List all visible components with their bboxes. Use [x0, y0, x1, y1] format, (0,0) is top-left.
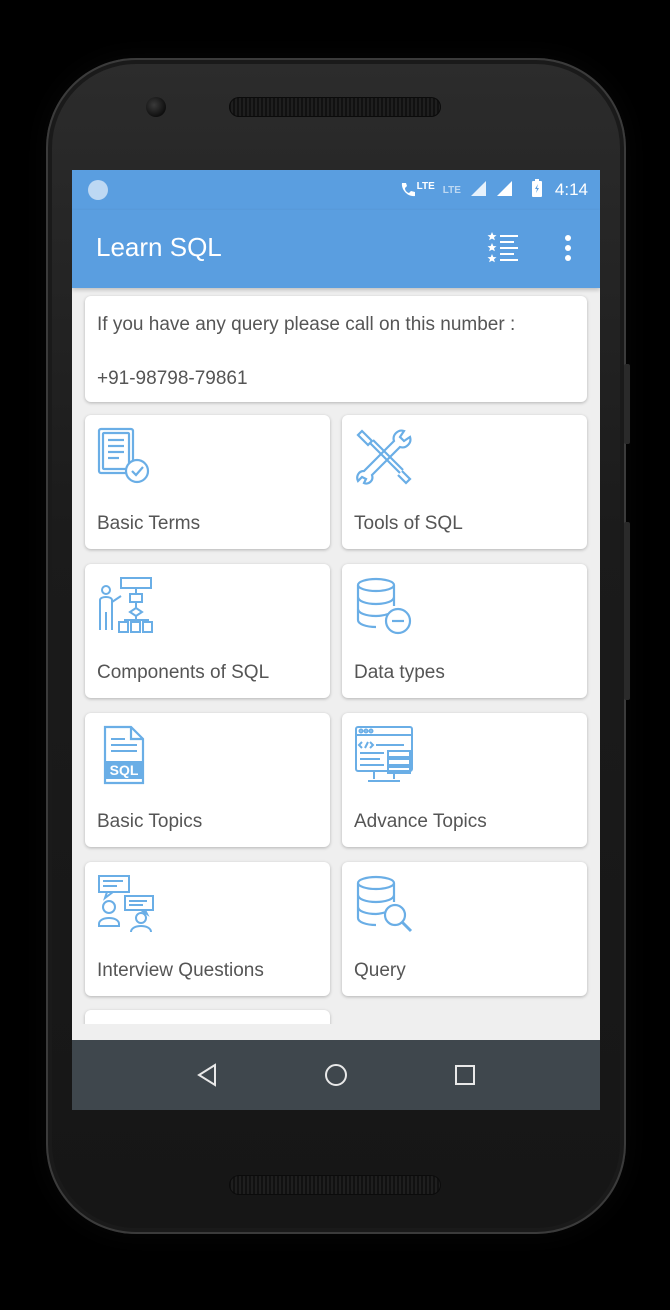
signal-icon: [469, 179, 487, 201]
menu-query[interactable]: Query: [342, 862, 587, 996]
menu-interview-questions[interactable]: Interview Questions: [85, 862, 330, 996]
back-button[interactable]: [187, 1055, 227, 1095]
sql-file-icon: SQL: [103, 725, 145, 785]
app-title: Learn SQL: [96, 232, 222, 262]
bottom-speaker: [229, 1175, 441, 1195]
presentation-diagram-icon: [99, 577, 153, 633]
status-icons: LTE LTE 4:14: [399, 176, 588, 204]
volume-button: [624, 522, 630, 700]
lte-indicator: LTE: [442, 184, 461, 196]
recents-button[interactable]: [445, 1055, 485, 1095]
clock: 4:14: [554, 180, 588, 199]
star-list-icon: [487, 232, 518, 263]
svg-text:SQL: SQL: [110, 762, 139, 778]
signal-icon-2: [495, 179, 513, 201]
contact-phone[interactable]: +91-98798-79861: [97, 368, 248, 390]
menu-label: Data types: [354, 662, 445, 683]
menu-label: Basic Topics: [97, 811, 203, 832]
tools-icon: [356, 429, 412, 485]
battery-icon: [531, 179, 543, 201]
navigation-bar: [72, 1040, 600, 1110]
menu-label: Query: [354, 960, 406, 981]
call-lte-icon: LTE: [399, 181, 435, 199]
home-circle-icon: [324, 1064, 347, 1086]
more-vert-icon: [565, 235, 571, 261]
notification-icon: [88, 180, 108, 200]
front-camera: [146, 97, 166, 117]
menu-label: Basic Terms: [97, 513, 201, 534]
recents-square-icon: [455, 1065, 476, 1085]
menu-next-item[interactable]: [85, 1010, 330, 1024]
menu-data-types[interactable]: Data types: [342, 564, 587, 698]
app-bar: Learn SQL: [72, 210, 600, 288]
document-check-icon: [97, 427, 150, 484]
menu-label: Tools of SQL: [354, 513, 463, 534]
app-screen: LTE LTE 4:14 Learn SQL If you have any q…: [72, 170, 600, 1110]
status-bar: LTE LTE 4:14: [72, 170, 600, 210]
interview-chat-icon: [98, 875, 154, 933]
menu-advance-topics[interactable]: Advance Topics: [342, 713, 587, 847]
overflow-menu-button[interactable]: [548, 228, 588, 268]
menu-label: Advance Topics: [354, 811, 487, 832]
menu-basic-topics[interactable]: SQL Basic Topics: [85, 713, 330, 847]
database-minus-icon: [356, 577, 412, 635]
menu-basic-terms[interactable]: Basic Terms: [85, 415, 330, 549]
home-button[interactable]: [316, 1055, 356, 1095]
menu-components-of-sql[interactable]: Components of SQL: [85, 564, 330, 698]
database-search-icon: [356, 875, 413, 933]
main-content: If you have any query please call on thi…: [72, 288, 600, 1024]
menu-tools-of-sql[interactable]: Tools of SQL: [342, 415, 587, 549]
back-triangle-icon: [196, 1063, 216, 1087]
menu-label: Interview Questions: [97, 960, 264, 981]
top-speaker: [229, 97, 441, 117]
contact-info-card: If you have any query please call on thi…: [85, 296, 587, 402]
rate-list-button[interactable]: [484, 228, 524, 268]
contact-message: If you have any query please call on thi…: [97, 314, 516, 335]
power-button: [624, 364, 630, 444]
code-window-icon: [355, 726, 413, 782]
menu-label: Components of SQL: [97, 662, 270, 683]
